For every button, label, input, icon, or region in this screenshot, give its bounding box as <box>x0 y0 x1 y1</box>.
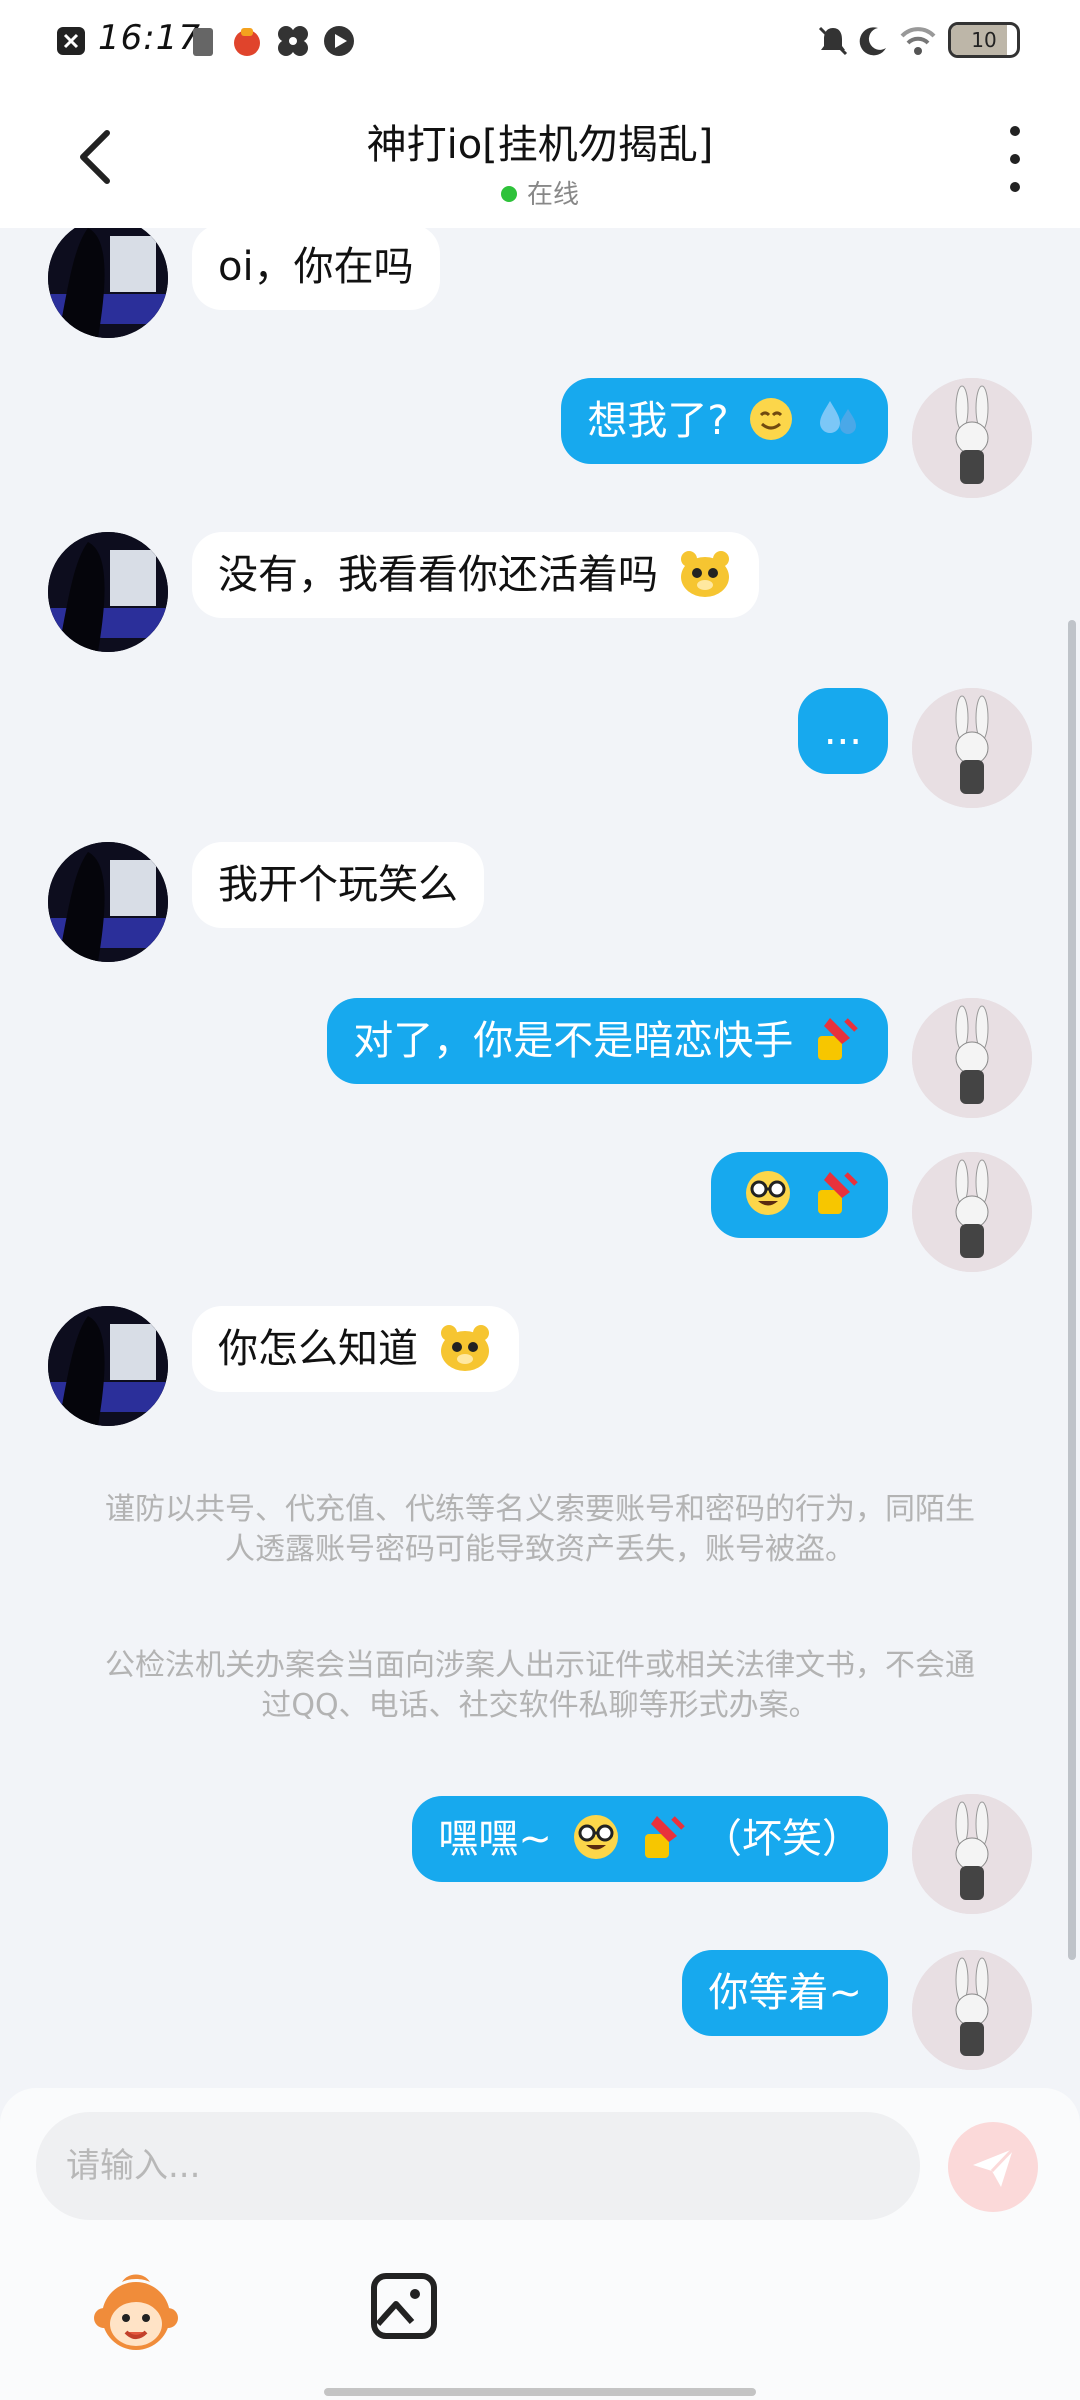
message-bubble-incoming[interactable]: 你怎么知道 <box>192 1306 519 1392</box>
online-status: 在线 <box>0 174 1080 211</box>
more-dot-icon <box>1010 154 1020 164</box>
nail-polish-emoji-icon <box>645 1816 686 1858</box>
message-input[interactable] <box>36 2112 920 2220</box>
message-bubble-outgoing[interactable]: 对了，你是不是暗恋快手 <box>327 998 888 1084</box>
message-text: 对了，你是不是暗恋快手 <box>353 1018 794 1064</box>
message-bubble-outgoing[interactable]: 想我了? <box>561 378 888 464</box>
contact-avatar[interactable] <box>48 1306 168 1426</box>
game-app-icon <box>234 28 260 56</box>
chat-title: 神打io[挂机勿揭乱] <box>366 122 714 168</box>
message-bubble-outgoing[interactable] <box>711 1152 888 1238</box>
chat-scrollbar[interactable] <box>1068 620 1076 1960</box>
more-dot-icon <box>1010 182 1020 192</box>
message-text: 嘿嘿~ <box>438 1816 552 1862</box>
my-avatar[interactable] <box>912 378 1032 498</box>
safety-notice-2: 公检法机关办案会当面向涉案人出示证件或相关法律文书，不会通过QQ、电话、社交软件… <box>105 1648 975 1723</box>
contact-avatar-image <box>48 228 168 338</box>
battery-small-icon <box>193 28 213 56</box>
home-indicator[interactable] <box>324 2388 756 2396</box>
yellow-bear-emoji-icon <box>440 1325 489 1371</box>
image-button[interactable] <box>370 2272 438 2340</box>
my-avatar-image <box>912 1152 1032 1272</box>
nerd-face-emoji-icon <box>746 1171 791 1215</box>
nail-polish-emoji-icon <box>818 1172 858 1214</box>
safety-notice-1: 谨防以共号、代充值、代练等名义索要账号和密码的行为，同陌生人透露账号密码可能导致… <box>105 1492 975 1567</box>
contact-avatar-image <box>48 842 168 962</box>
my-avatar[interactable] <box>912 998 1032 1118</box>
message-text: 我开个玩笑么 <box>218 862 458 908</box>
image-gallery-icon <box>371 2273 437 2339</box>
online-dot-icon <box>500 185 517 202</box>
smile-emoji-icon <box>750 398 793 440</box>
input-panel <box>0 2088 1080 2400</box>
status-time: 16:17 <box>98 18 201 58</box>
mute-bell-icon <box>818 26 848 56</box>
message-bubble-incoming[interactable]: oi，你在吗 <box>192 228 440 310</box>
message-bubble-outgoing[interactable]: 嘿嘿~ （坏笑） <box>412 1796 888 1882</box>
message-bubble-incoming[interactable]: 没有，我看看你还活着吗 <box>192 532 759 618</box>
close-notification-icon <box>57 27 85 55</box>
message-bubble-outgoing[interactable]: ... <box>797 688 888 774</box>
nerd-face-emoji-icon <box>573 1815 618 1859</box>
sweat-drops-emoji-icon <box>820 401 856 434</box>
moon-icon <box>859 27 886 56</box>
contact-avatar[interactable] <box>48 228 168 338</box>
contact-avatar[interactable] <box>48 842 168 962</box>
my-avatar-image <box>912 688 1032 808</box>
contact-avatar[interactable] <box>48 532 168 652</box>
wifi-icon <box>900 27 936 55</box>
chat-header: 神打io[挂机勿揭乱] 在线 <box>0 82 1080 228</box>
my-avatar[interactable] <box>912 1152 1032 1272</box>
online-status-label: 在线 <box>526 180 579 210</box>
more-options-button[interactable] <box>1000 126 1030 192</box>
my-avatar-image <box>912 378 1032 498</box>
my-avatar[interactable] <box>912 1950 1032 2070</box>
battery-level: 10 <box>971 28 997 52</box>
message-text: 没有，我看看你还活着吗 <box>218 552 658 598</box>
message-bubble-outgoing[interactable]: 你等着~ <box>682 1950 888 2036</box>
message-text: 你怎么知道 <box>218 1326 418 1372</box>
message-text: 想我了? <box>587 398 729 444</box>
chat-screen: 16:17 10 神打io[挂机勿揭乱] 在线 oi，你在吗 想我了? 没有，我… <box>0 0 1080 2400</box>
message-text: ... <box>823 708 862 754</box>
more-dot-icon <box>1010 126 1020 136</box>
play-app-icon <box>324 26 354 56</box>
my-avatar-image <box>912 1794 1032 1914</box>
message-bubble-incoming[interactable]: 我开个玩笑么 <box>192 842 484 928</box>
my-avatar[interactable] <box>912 1794 1032 1914</box>
my-avatar[interactable] <box>912 688 1032 808</box>
message-text: 你等着~ <box>708 1970 862 2016</box>
nail-polish-emoji-icon <box>818 1018 858 1060</box>
send-button[interactable] <box>948 2122 1038 2212</box>
monkey-sticker-icon <box>94 2274 178 2350</box>
sticker-button[interactable] <box>92 2270 180 2358</box>
message-text-suffix: （坏笑） <box>702 1816 862 1862</box>
message-list[interactable]: oi，你在吗 想我了? 没有，我看看你还活着吗 ... 我开个玩笑么 对了，你是… <box>0 228 1080 2088</box>
pinwheel-app-icon <box>278 26 308 56</box>
send-paper-plane-icon <box>973 2147 1015 2187</box>
status-bar: 16:17 10 <box>0 0 1080 82</box>
contact-avatar-image <box>48 532 168 652</box>
battery-indicator: 10 <box>948 22 1020 58</box>
contact-avatar-image <box>48 1306 168 1426</box>
yellow-bear-emoji-icon <box>680 551 729 597</box>
my-avatar-image <box>912 1950 1032 2070</box>
my-avatar-image <box>912 998 1032 1118</box>
message-text: oi，你在吗 <box>218 244 414 290</box>
